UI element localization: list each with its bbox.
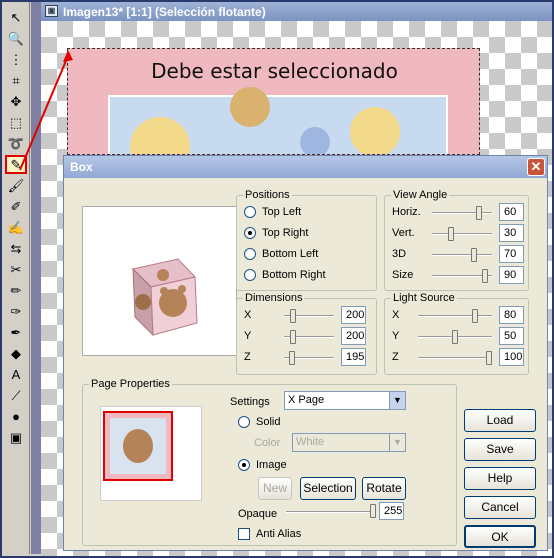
view-angle-slider-thumb[interactable] <box>448 227 455 241</box>
position-radio-bottom-left[interactable]: Bottom Left <box>244 248 318 260</box>
view-angle-label: Vert. <box>392 227 415 239</box>
box-preview <box>82 206 237 356</box>
opaque-slider-track[interactable] <box>286 511 376 513</box>
positions-legend: Positions <box>245 189 290 201</box>
dimensions-input[interactable]: 200 <box>341 327 366 345</box>
view-angle-slider-track[interactable] <box>432 254 492 256</box>
light-source-input[interactable]: 100 <box>499 348 524 366</box>
solid-radio-dot[interactable] <box>238 416 250 428</box>
light-source-label: Z <box>392 351 399 363</box>
image-label: Image <box>256 459 287 471</box>
chevron-down-icon[interactable]: ▼ <box>389 392 405 409</box>
view-angle-slider-track[interactable] <box>432 233 492 235</box>
teddy-icon <box>123 429 153 463</box>
selection-button[interactable]: Selection <box>300 477 356 500</box>
color-label: Color <box>254 437 281 449</box>
light-source-input[interactable]: 50 <box>499 327 524 345</box>
view-angle-input[interactable]: 60 <box>499 203 524 221</box>
view-angle-label: 3D <box>392 248 407 260</box>
page-thumbnail <box>103 411 173 481</box>
light-source-slider-track[interactable] <box>418 357 492 359</box>
load-button[interactable]: Load <box>464 409 536 432</box>
light-source-slider-thumb[interactable] <box>486 351 492 365</box>
dimensions-slider-thumb[interactable] <box>289 330 296 344</box>
view-angle-slider-track[interactable] <box>432 212 492 214</box>
anti-alias-check-box[interactable] <box>238 528 250 540</box>
light-source-slider-thumb[interactable] <box>472 309 479 323</box>
cube-preview-image <box>132 258 198 337</box>
radio-dot[interactable] <box>244 269 256 281</box>
anti-alias-label: Anti Alias <box>256 528 302 540</box>
view-angle-legend: View Angle <box>393 189 448 201</box>
dimensions-legend: Dimensions <box>245 292 303 304</box>
new-button[interactable]: New <box>258 477 292 500</box>
dimensions-label: X <box>244 309 252 321</box>
opaque-input[interactable]: 255 <box>379 502 404 520</box>
view-angle-slider-thumb[interactable] <box>476 206 483 220</box>
close-icon[interactable]: ✕ <box>527 158 545 176</box>
position-radio-top-left[interactable]: Top Left <box>244 206 301 218</box>
settings-value: X Page <box>288 394 325 406</box>
settings-select[interactable]: X Page ▼ <box>284 391 406 410</box>
chevron-down-icon[interactable]: ▼ <box>389 434 405 451</box>
dimensions-slider-thumb[interactable] <box>289 309 296 323</box>
rotate-button[interactable]: Rotate <box>362 477 406 500</box>
image-radio[interactable]: Image <box>238 459 287 471</box>
dimensions-input[interactable]: 200 <box>341 306 366 324</box>
view-angle-label: Size <box>392 269 414 281</box>
dimensions-input[interactable]: 195 <box>341 348 366 366</box>
page-image-preview <box>100 406 202 501</box>
radio-dot[interactable] <box>244 248 256 260</box>
view-angle-input[interactable]: 90 <box>499 266 524 284</box>
dimensions-slider-thumb[interactable] <box>289 351 296 365</box>
solid-radio[interactable]: Solid <box>238 416 280 428</box>
page-properties-legend: Page Properties <box>91 378 170 390</box>
solid-label: Solid <box>256 416 281 428</box>
ok-button[interactable]: OK <box>464 525 536 548</box>
dialog-title: Box <box>70 160 93 174</box>
cancel-button[interactable]: Cancel <box>464 496 536 519</box>
position-label: Bottom Right <box>262 269 326 281</box>
opaque-slider-thumb[interactable] <box>370 504 376 518</box>
light-source-label: X <box>392 309 400 321</box>
view-angle-input[interactable]: 30 <box>499 224 524 242</box>
color-select[interactable]: White ▼ <box>292 433 406 452</box>
light-source-legend: Light Source <box>393 292 455 304</box>
opaque-label: Opaque <box>238 508 278 520</box>
light-source-slider-thumb[interactable] <box>452 330 458 344</box>
view-angle-slider-thumb[interactable] <box>470 248 477 262</box>
position-radio-top-right[interactable]: Top Right <box>244 227 308 239</box>
help-button[interactable]: Help <box>464 467 536 490</box>
dialog-title-bar[interactable]: Box <box>64 156 547 178</box>
view-angle-label: Horiz. <box>392 206 421 218</box>
settings-label: Settings <box>230 396 270 408</box>
position-label: Top Left <box>262 206 302 218</box>
radio-dot[interactable] <box>244 227 256 239</box>
anti-alias-checkbox[interactable]: Anti Alias <box>238 528 301 540</box>
view-angle-slider-thumb[interactable] <box>481 269 488 283</box>
save-button[interactable]: Save <box>464 438 536 461</box>
light-source-slider-track[interactable] <box>418 315 492 317</box>
position-radio-bottom-right[interactable]: Bottom Right <box>244 269 326 281</box>
radio-dot[interactable] <box>244 206 256 218</box>
light-source-label: Y <box>392 330 400 342</box>
position-label: Top Right <box>262 227 309 239</box>
image-radio-dot[interactable] <box>238 459 250 471</box>
view-angle-input[interactable]: 70 <box>499 245 524 263</box>
light-source-input[interactable]: 80 <box>499 306 524 324</box>
box-dialog: Box ✕ Positions Top Left Top Right Bottom … <box>63 155 548 551</box>
position-label: Bottom Left <box>262 248 319 260</box>
color-value: White <box>296 436 325 448</box>
dimensions-label: Y <box>244 330 252 342</box>
dimensions-label: Z <box>244 351 251 363</box>
